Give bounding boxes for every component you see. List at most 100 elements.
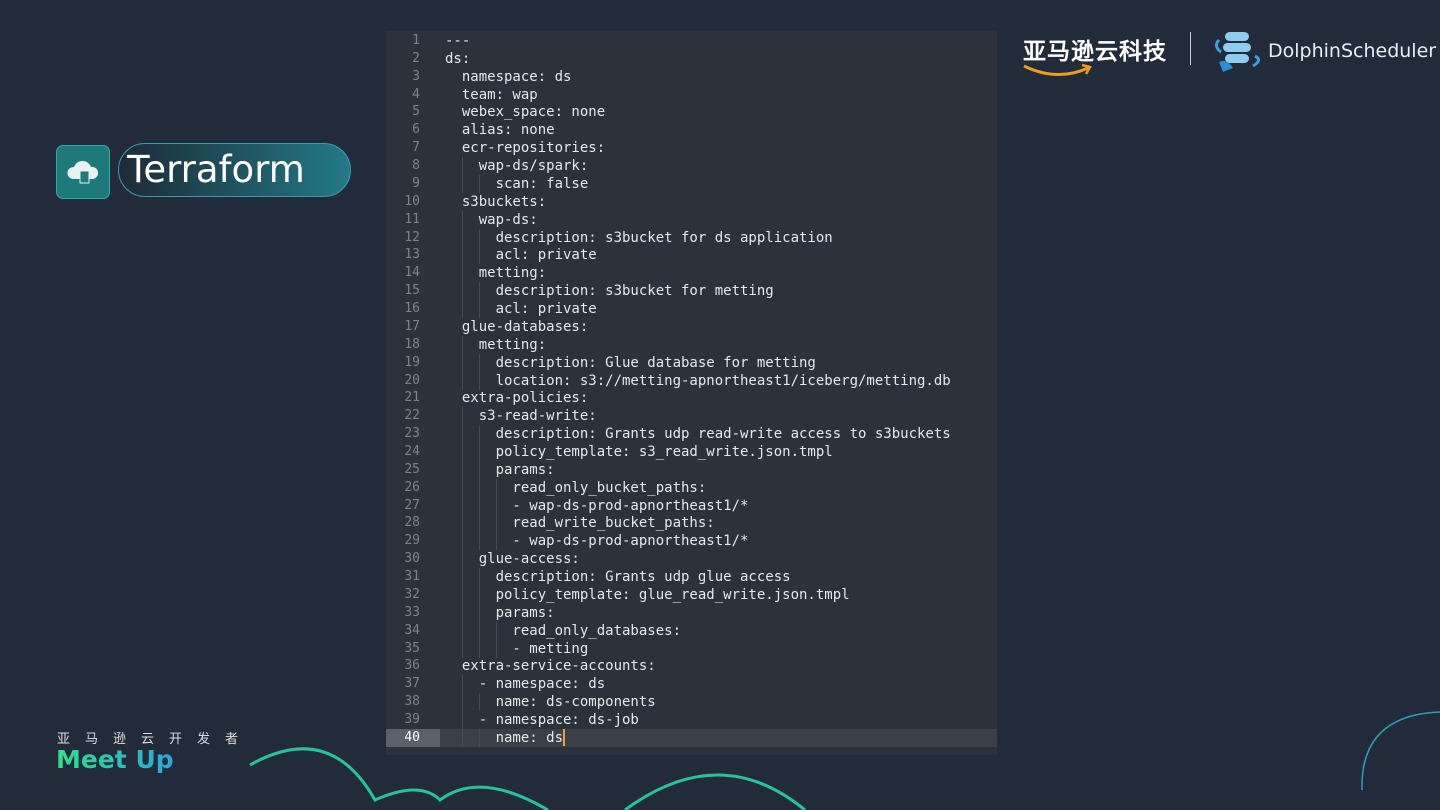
indent-guide (478, 282, 480, 301)
line-number: 9 (412, 175, 420, 191)
code-text: scan: false (445, 175, 589, 192)
code-line[interactable]: 36 extra-service-accounts: (386, 657, 997, 675)
indent-guide (478, 585, 480, 604)
code-line[interactable]: 5 webex_space: none (386, 103, 997, 121)
code-line[interactable]: 17 glue-databases: (386, 318, 997, 336)
code-line[interactable]: 35 - metting (386, 639, 997, 658)
code-line[interactable]: 9 scan: false (386, 174, 997, 193)
code-text: ds: (445, 50, 471, 67)
indent-guide (461, 478, 463, 497)
code-line[interactable]: 20 location: s3://metting-apnortheast1/i… (386, 371, 997, 390)
indent-guide (461, 460, 463, 479)
indent-guide (461, 407, 463, 426)
code-line[interactable]: 13 acl: private (386, 246, 997, 265)
line-number: 32 (404, 586, 420, 602)
code-line[interactable]: 30 glue-access: (386, 550, 997, 569)
code-text: location: s3://metting-apnortheast1/iceb… (445, 372, 951, 389)
code-line[interactable]: 12 description: s3bucket for ds applicat… (386, 228, 997, 247)
indent-guide (461, 210, 463, 229)
code-line[interactable]: 25 params: (386, 460, 997, 479)
code-line[interactable]: 22 s3-read-write: (386, 407, 997, 426)
indent-guide (461, 228, 463, 247)
code-line[interactable]: 19 description: Glue database for mettin… (386, 353, 997, 372)
code-text: extra-policies: (445, 390, 589, 407)
code-line[interactable]: 11 wap-ds: (386, 210, 997, 229)
code-line[interactable]: 14 metting: (386, 264, 997, 283)
indent-guide (495, 639, 497, 658)
line-number: 19 (404, 354, 420, 370)
line-number: 5 (412, 104, 420, 120)
indent-guide (478, 371, 480, 390)
code-text: metting: (445, 336, 547, 353)
dolphinscheduler-logo: DolphinScheduler (1268, 40, 1437, 62)
code-line[interactable]: 38 name: ds-components (386, 693, 997, 712)
indent-guide (461, 174, 463, 193)
code-line[interactable]: 33 params: (386, 603, 997, 622)
code-text: wap-ds/spark: (445, 158, 589, 175)
code-line[interactable]: 23 description: Grants udp read-write ac… (386, 425, 997, 444)
code-line[interactable]: 1 --- (386, 32, 997, 50)
indent-guide (461, 532, 463, 551)
code-line[interactable]: 24 policy_template: s3_read_write.json.t… (386, 443, 997, 461)
indent-guide (461, 675, 463, 694)
code-line[interactable]: 15 description: s3bucket for metting (386, 282, 997, 301)
indent-guide (495, 514, 497, 533)
code-line[interactable]: 26 read_only_bucket_paths: (386, 478, 997, 497)
code-line[interactable]: 4 team: wap (386, 86, 997, 104)
code-text: webex_space: none (445, 104, 606, 121)
code-line[interactable]: 6 alias: none (386, 121, 997, 139)
line-number: 17 (404, 318, 420, 334)
indent-guide (461, 371, 463, 390)
code-text: - metting (445, 640, 589, 657)
line-number: 26 (404, 479, 420, 495)
dolphinscheduler-icon (1214, 32, 1260, 72)
code-line[interactable]: 31 description: Grants udp glue access (386, 568, 997, 587)
code-text: description: Grants udp glue access (445, 569, 791, 586)
indent-guide (461, 425, 463, 444)
line-number: 31 (404, 569, 420, 585)
code-line[interactable]: 21 extra-policies: (386, 389, 997, 407)
code-line[interactable]: 7 ecr-repositories: (386, 139, 997, 157)
code-editor[interactable]: 1 --- 2 ds: 3 namespace: ds 4 team: wap 5 webe… (386, 31, 997, 755)
code-line[interactable]: 34 read_only_databases: (386, 621, 997, 640)
line-number: 35 (404, 640, 420, 656)
line-number: 27 (404, 497, 420, 513)
line-number: 34 (404, 622, 420, 638)
code-text: --- (445, 33, 471, 49)
code-line[interactable]: 39 - namespace: ds-job (386, 711, 997, 730)
code-text: alias: none (445, 122, 555, 139)
code-line[interactable]: 2 ds: (386, 50, 997, 68)
indent-guide (478, 246, 480, 265)
code-line[interactable]: 10 s3buckets: (386, 193, 997, 211)
aws-logo: 亚马逊云科技 (1023, 39, 1167, 65)
indent-guide (461, 300, 463, 319)
code-line[interactable]: 18 metting: (386, 335, 997, 354)
code-text: policy_template: glue_read_write.json.tm… (445, 586, 850, 603)
code-line[interactable]: 8 wap-ds/spark: (386, 157, 997, 176)
code-line[interactable]: 27 - wap-ds-prod-apnortheast1/* (386, 496, 997, 515)
code-line[interactable]: 16 acl: private (386, 300, 997, 319)
code-line[interactable]: 37 - namespace: ds (386, 675, 997, 694)
code-line[interactable]: 32 policy_template: glue_read_write.json… (386, 585, 997, 604)
code-text: s3buckets: (445, 193, 547, 210)
code-text: acl: private (445, 247, 597, 264)
indent-guide (495, 532, 497, 551)
code-text: acl: private (445, 301, 597, 318)
code-line[interactable]: 29 - wap-ds-prod-apnortheast1/* (386, 532, 997, 551)
line-number: 11 (404, 211, 420, 227)
code-line[interactable]: 3 namespace: ds (386, 68, 997, 86)
code-text: metting: (445, 265, 547, 282)
code-text: glue-access: (445, 551, 580, 568)
code-line[interactable]: 40 name: ds (386, 728, 997, 747)
code-text: description: Grants udp read-write acces… (445, 426, 951, 443)
indent-guide (478, 568, 480, 587)
line-number: 20 (404, 372, 420, 388)
line-number: 22 (404, 408, 420, 424)
code-text: glue-databases: (445, 318, 589, 335)
code-text: description: s3bucket for metting (445, 283, 774, 300)
indent-guide (495, 478, 497, 497)
line-number: 37 (404, 676, 420, 692)
indent-guide (478, 532, 480, 551)
code-line[interactable]: 28 read_write_bucket_paths: (386, 514, 997, 533)
indent-guide (461, 693, 463, 712)
